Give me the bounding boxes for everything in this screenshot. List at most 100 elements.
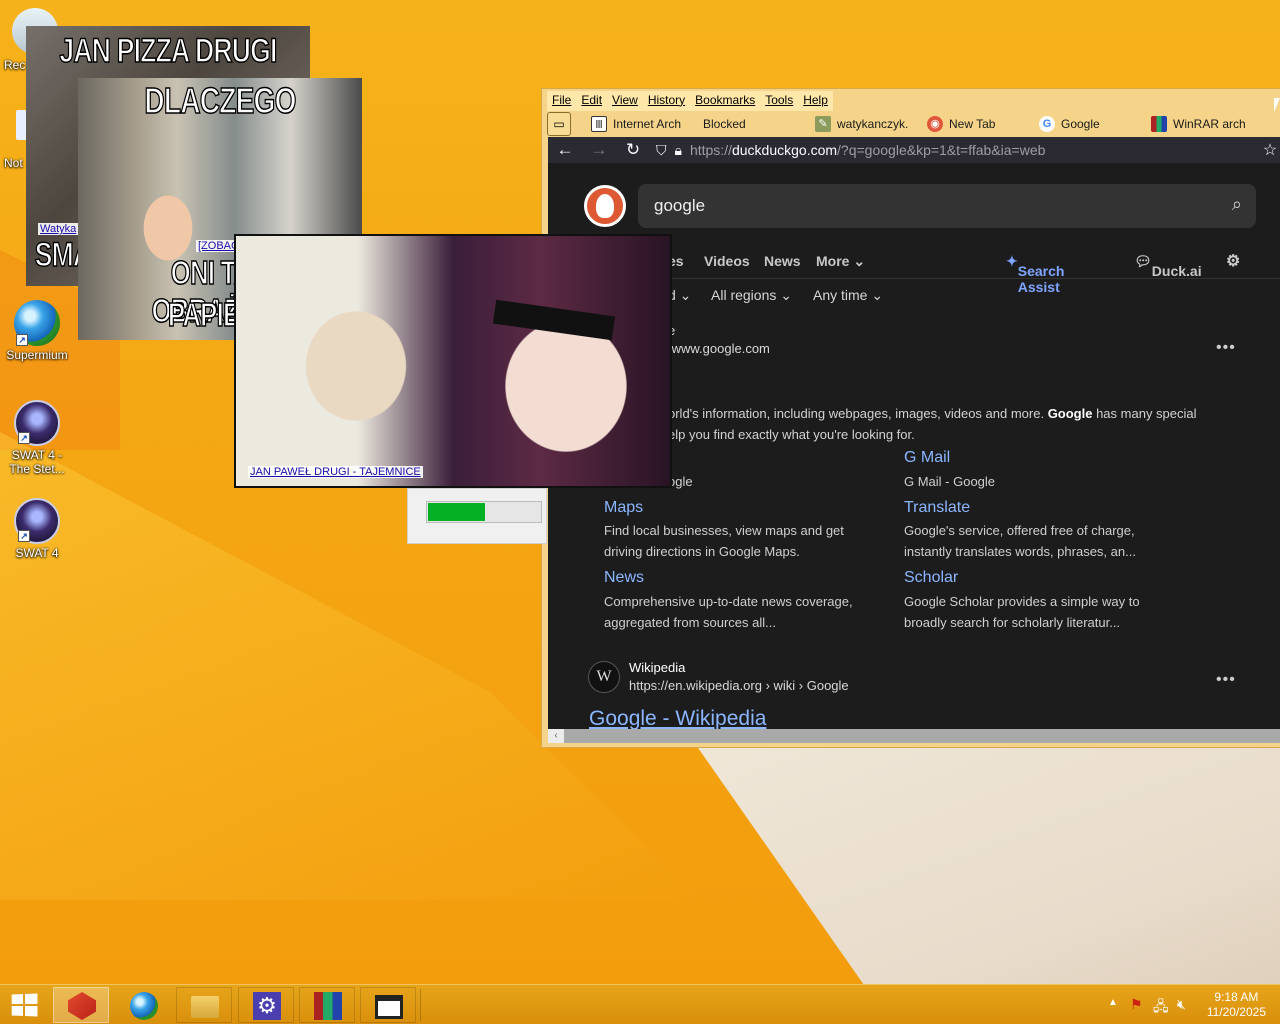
url-domain: duckduckgo.com [731, 142, 838, 158]
desktop-icon-swat4[interactable]: ↗ SWAT 4 [0, 498, 74, 560]
clock-time: 9:18 AM [1214, 990, 1259, 1004]
tab-bar: ▭ Ⅲ Internet Arch Blocked ✎ watykanczyk.… [547, 111, 1280, 137]
desktop-icon-label: Rec [4, 58, 26, 72]
archive-icon: Ⅲ [591, 116, 607, 132]
horizontal-scrollbar[interactable]: ‹ [548, 729, 1280, 743]
action-center-flag-icon[interactable]: ⚑ [1130, 996, 1143, 1024]
tracking-shield-icon[interactable]: ⛉ [656, 142, 667, 159]
sitelink-maps[interactable]: Maps [604, 499, 643, 517]
url-scheme: https:// [689, 142, 732, 158]
duckduckgo-logo-icon[interactable] [584, 185, 626, 227]
settings-gear-icon: ⚙ [253, 992, 281, 1020]
tab-watykanczyk[interactable]: ✎ watykanczyk. [809, 112, 921, 136]
tab-google[interactable]: G Google [1033, 112, 1145, 136]
search-assist-button[interactable]: ✦ Search Assist [1006, 253, 1064, 295]
site-favicon: ✎ [815, 116, 831, 132]
result-options-icon[interactable]: ••• [1216, 339, 1236, 357]
result-snippet: orld's information, including webpages, … [668, 403, 1268, 445]
volume-muted-icon[interactable]: 🔇︎ [1177, 996, 1186, 1024]
desktop-icon-swat4-stetchkov[interactable]: ↗ SWAT 4 - The Stet... [0, 400, 74, 476]
tab-news[interactable]: News [764, 253, 801, 269]
swat4-icon: ↗ [14, 498, 60, 544]
scroll-left-icon[interactable]: ‹ [548, 729, 564, 743]
network-icon[interactable]: 🖧︎ [1153, 996, 1169, 1024]
result-site-name: Wikipedia [629, 660, 686, 675]
lock-icon[interactable]: 🔒︎ [675, 142, 682, 159]
shortcut-arrow-icon: ↗ [18, 530, 30, 542]
taskbar-item-window[interactable] [360, 987, 416, 1023]
result-url[interactable]: /www.google.com [668, 341, 770, 356]
tab-internet-archive[interactable]: Ⅲ Internet Arch [585, 112, 697, 136]
menu-bookmarks[interactable]: Bookmarks [690, 91, 760, 111]
menu-bar: File Edit View History Bookmarks Tools H… [547, 91, 833, 111]
duck-ai-button[interactable]: 💬︎ Duck.ai [1134, 253, 1202, 279]
search-query: google [654, 196, 706, 215]
result-title-link[interactable]: Google - Wikipedia [589, 707, 766, 731]
filter-region[interactable]: All regions ⌄ [711, 287, 792, 304]
tab-winrar[interactable]: WinRAR arch [1145, 112, 1257, 136]
settings-gear-icon[interactable]: ⚙ [1226, 251, 1240, 271]
tab-more[interactable]: More ⌄ [816, 253, 865, 270]
desktop-icon-label: Not [4, 156, 23, 170]
tab-blocked[interactable]: Blocked [697, 112, 809, 136]
filter-time[interactable]: Any time ⌄ [813, 287, 883, 304]
menu-tools[interactable]: Tools [760, 91, 798, 111]
url-input[interactable]: ⛉ 🔒︎ https://duckduckgo.com/?q=google&kp… [650, 137, 1255, 163]
taskbar-item-office[interactable] [53, 987, 109, 1023]
popup-link[interactable]: Watyka [38, 223, 79, 235]
sitelink-scholar[interactable]: Scholar [904, 569, 958, 587]
reload-icon[interactable]: ↻ [616, 140, 650, 160]
desktop-icon-label: SWAT 4 [15, 546, 59, 560]
start-button[interactable] [0, 985, 48, 1024]
google-icon: G [1039, 116, 1055, 132]
tab-label: watykanczyk. [837, 117, 909, 131]
tab-new-tab[interactable]: ◉ New Tab [921, 112, 1033, 136]
menu-edit[interactable]: Edit [576, 91, 607, 111]
progress-window[interactable] [407, 488, 547, 544]
menu-view[interactable]: View [607, 91, 643, 111]
search-input[interactable]: google ⌕ [638, 184, 1256, 228]
taskbar-item-winrar[interactable] [299, 987, 355, 1023]
sitelink-scholar-desc: Google Scholar provides a simple way to … [904, 594, 1140, 630]
winrar-icon [1151, 116, 1167, 132]
search-icon[interactable]: ⌕ [1232, 194, 1242, 215]
sitelink-news[interactable]: News [604, 569, 644, 587]
popup-ad-window[interactable]: JAN PAWEŁ DRUGI - TAJEMNICE [234, 234, 672, 488]
tab-label: WinRAR arch [1173, 117, 1246, 131]
forward-icon[interactable]: → [582, 140, 616, 160]
sitelink-gmail-desc: G Mail - Google [904, 474, 996, 489]
navigation-toolbar: ← → ↻ ⛉ 🔒︎ https://duckduckgo.com/?q=goo… [548, 137, 1280, 163]
swat4-icon: ↗ [14, 400, 60, 446]
taskbar-item-settings[interactable]: ⚙ [238, 987, 294, 1023]
back-icon[interactable]: ← [548, 140, 582, 160]
taskbar-item-supermium[interactable] [115, 987, 171, 1023]
sitelink-translate[interactable]: Translate [904, 499, 970, 517]
result-options-icon[interactable]: ••• [1216, 671, 1236, 689]
desktop-icon-supermium[interactable]: ↗ Supermium [0, 300, 74, 362]
progress-bar [426, 501, 542, 523]
popup-image-detail [492, 299, 616, 341]
desktop-icon-label: SWAT 4 - The Stet... [9, 448, 65, 476]
tab-list-icon[interactable]: ▭ [547, 112, 571, 136]
snippet-text: elp you find exactly what you're looking… [668, 427, 915, 442]
result-url[interactable]: https://en.wikipedia.org › wiki › Google [629, 678, 849, 693]
taskbar-item-file-explorer[interactable] [176, 987, 232, 1023]
mouse-cursor-icon [1274, 98, 1280, 112]
popup-headline: DLACZEGO [144, 79, 297, 122]
duck-ai-label: Duck.ai [1151, 263, 1202, 279]
show-hidden-icons-icon[interactable]: ▲ [1108, 997, 1118, 1024]
menu-help[interactable]: Help [798, 91, 833, 111]
menu-history[interactable]: History [643, 91, 690, 111]
sitelink-gmail[interactable]: G Mail [904, 449, 950, 467]
ms-office-icon [68, 992, 96, 1020]
bookmark-star-icon[interactable]: ☆ [1255, 140, 1280, 160]
popup-link[interactable]: JAN PAWEŁ DRUGI - TAJEMNICE [248, 466, 423, 478]
snippet-text: orld's information, including webpages, … [668, 406, 1048, 421]
supermium-icon [130, 992, 158, 1020]
menu-file[interactable]: File [547, 91, 576, 111]
tab-videos[interactable]: Videos [704, 253, 750, 269]
shortcut-arrow-icon: ↗ [18, 432, 30, 444]
supermium-browser-icon: ↗ [14, 300, 60, 346]
system-clock[interactable]: 9:18 AM 11/20/2025 [1207, 990, 1266, 1020]
search-assist-label: Search Assist [1017, 263, 1065, 295]
